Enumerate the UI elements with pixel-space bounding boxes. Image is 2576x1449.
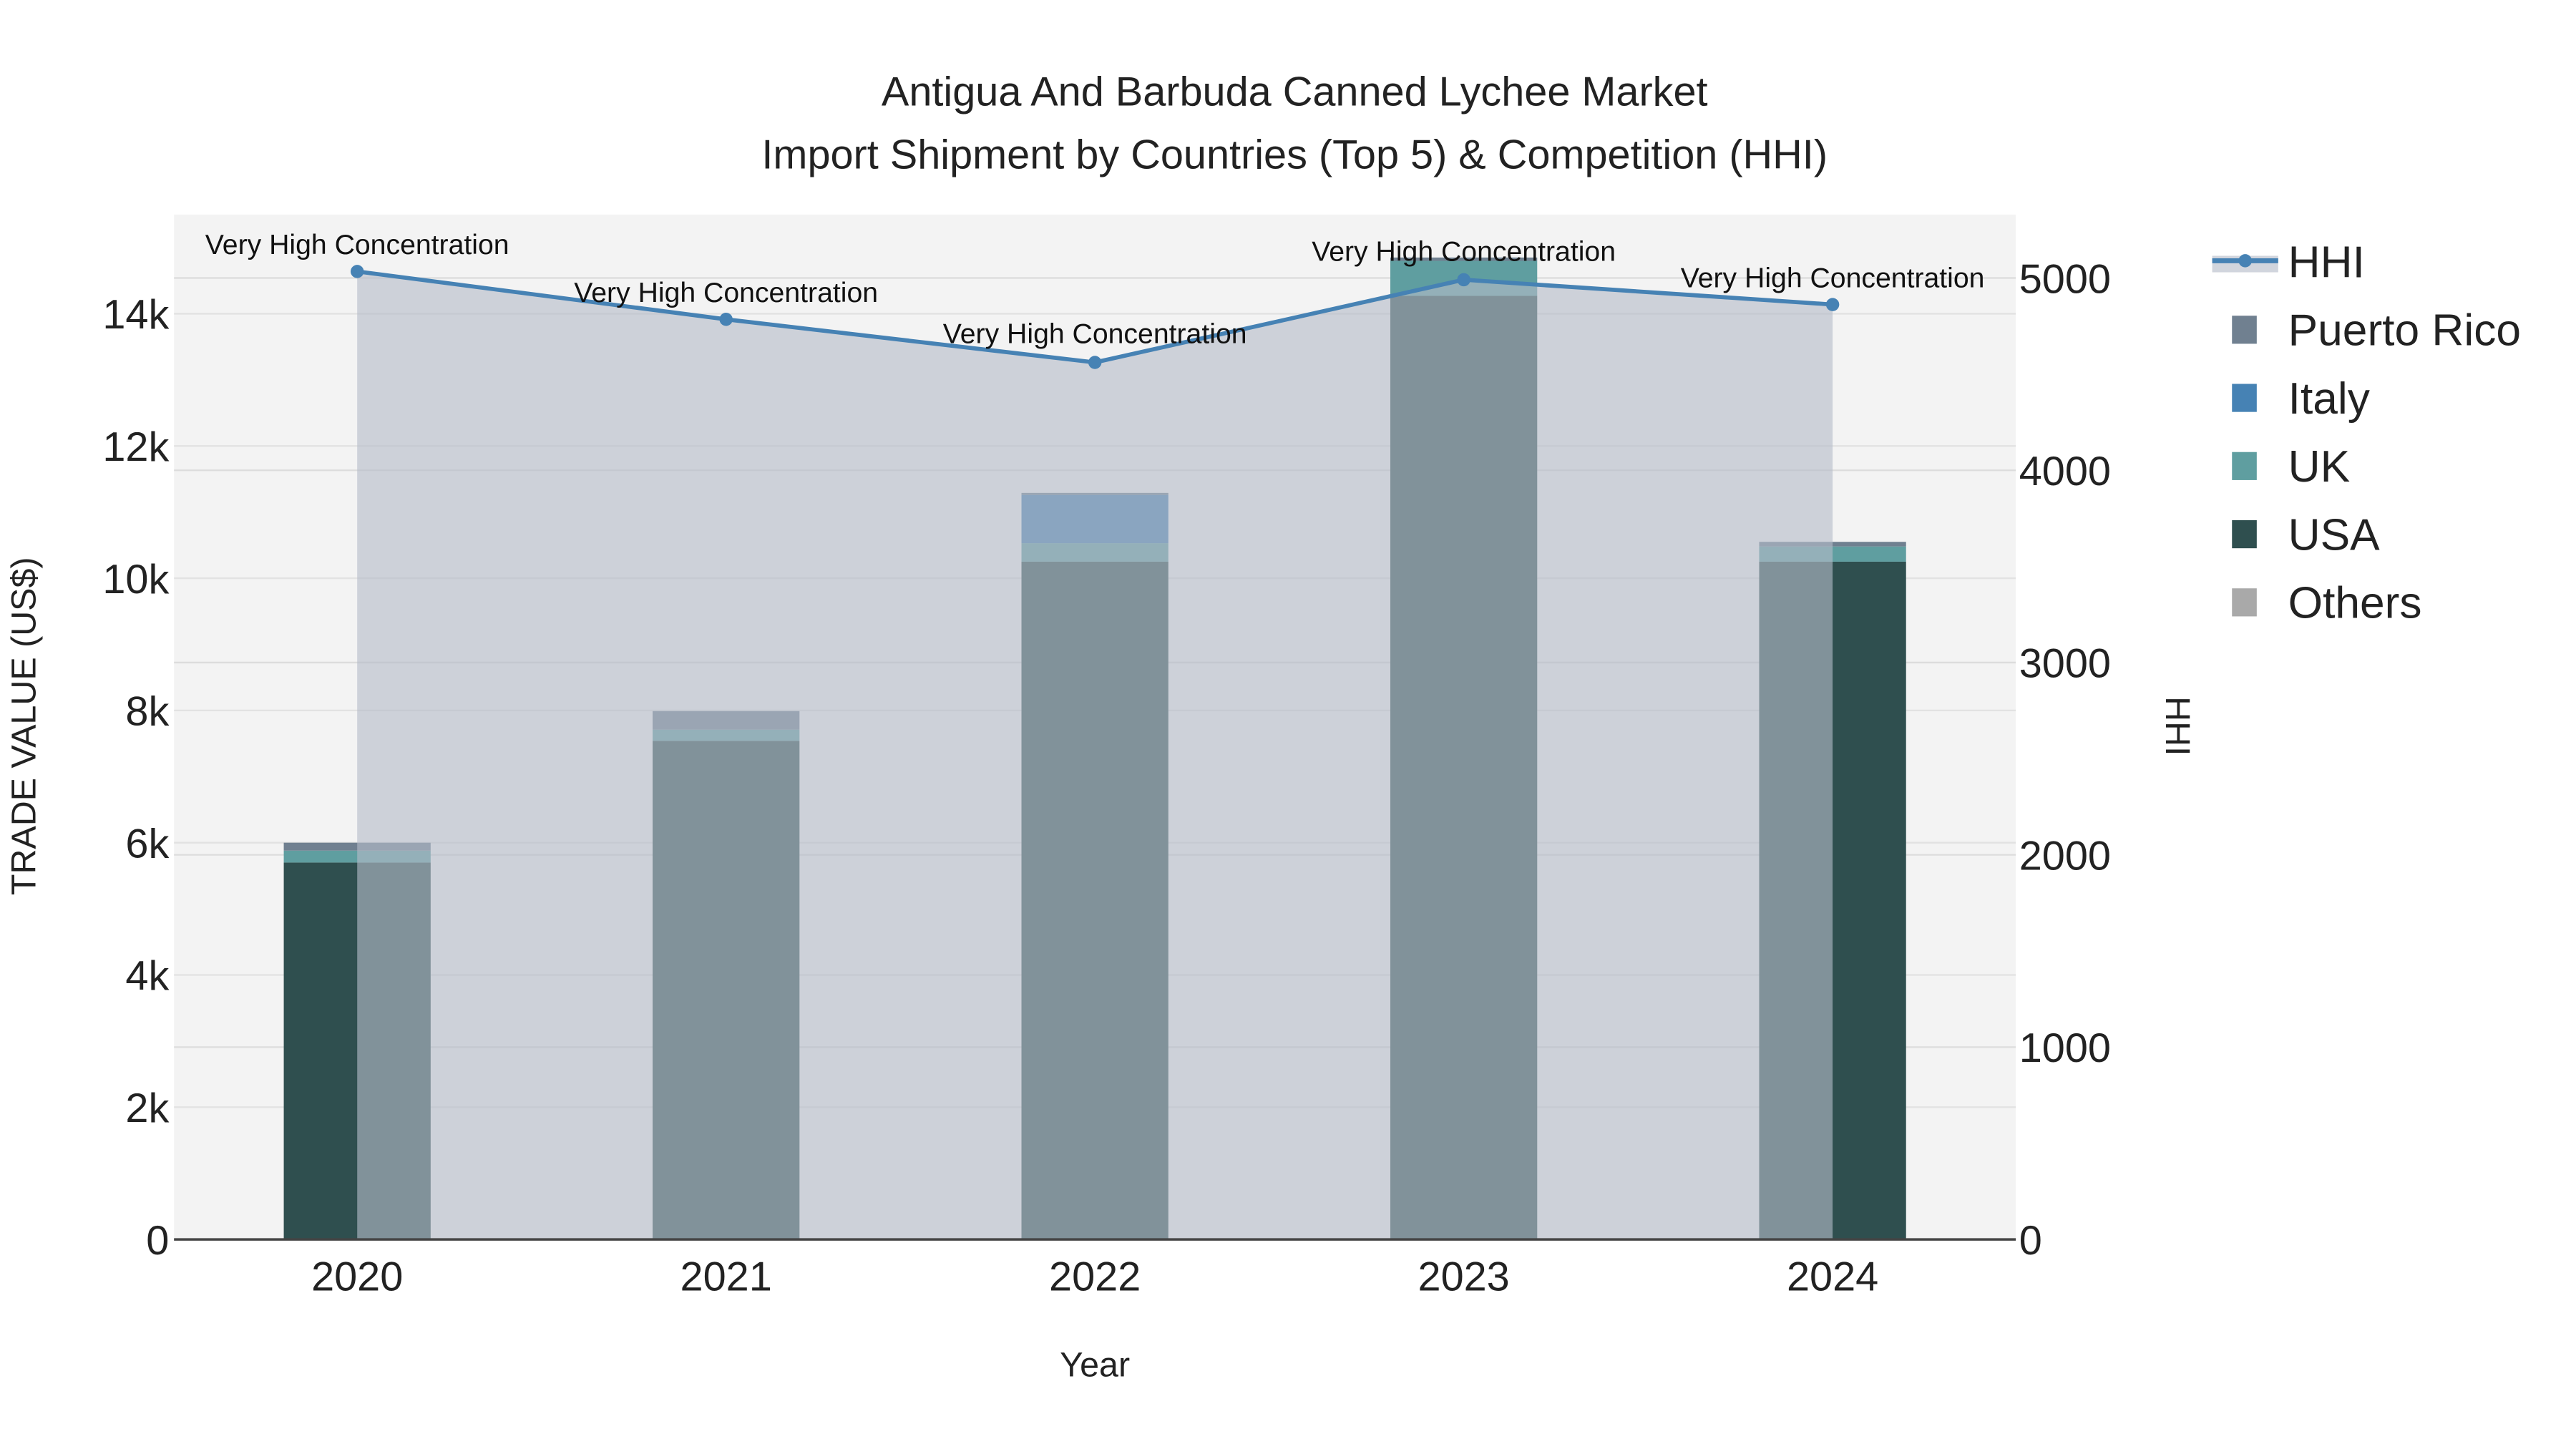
y2-tick-label: 2000 [2019,833,2111,879]
hhi-area [357,271,1833,1240]
y-tick-label: 0 [146,1218,169,1264]
hhi-point [1088,356,1102,369]
legend-swatch-usa [2232,519,2257,549]
legend-swatch-italy [2232,384,2257,412]
x-tick-label: 2020 [311,1254,403,1300]
hhi-point [350,265,364,278]
legend-label: Italy [2288,374,2371,424]
y2-tick-label: 3000 [2019,641,2111,687]
y-tick-label: 6k [125,821,169,867]
y2-tick-label: 1000 [2019,1025,2111,1071]
y-tick-label: 4k [125,953,169,999]
legend-label: HHI [2288,238,2365,287]
y2-tick-label: 4000 [2019,449,2111,494]
x-axis-label: Year [1060,1346,1130,1385]
legend-swatch-others [2232,588,2257,617]
legend-label: Puerto Rico [2288,306,2521,356]
y-tick-label: 12k [102,424,169,470]
y2-tick-label: 5000 [2019,256,2111,302]
legend-label: UK [2288,442,2351,492]
y2-axis-label: HHI [2158,696,2197,756]
y-axis-label: TRADE VALUE (US$) [4,557,43,895]
legend-label: USA [2288,510,2380,560]
legend-swatch-hhi-marker [2238,254,2252,268]
chart-title: Antigua And Barbuda Canned Lychee Market [882,69,1708,115]
legend-swatch-puerto-rico [2232,316,2257,344]
x-tick-label: 2024 [1787,1254,1878,1300]
chart-subtitle: Import Shipment by Countries (Top 5) & C… [761,132,1828,177]
y-tick-label: 14k [102,292,169,338]
y2-tick-label: 0 [2019,1218,2042,1264]
legend-label: Others [2288,579,2422,628]
x-tick-label: 2023 [1418,1254,1510,1300]
x-tick-label: 2021 [680,1254,772,1300]
hhi-annotation: Very High Concentration [205,230,509,260]
y-tick-label: 8k [125,689,169,735]
hhi-annotation: Very High Concentration [943,319,1247,350]
hhi-point [719,313,733,326]
hhi-point [1825,298,1840,311]
hhi-annotation: Very High Concentration [574,278,878,308]
x-tick-label: 2022 [1049,1254,1141,1300]
hhi-annotation: Very High Concentration [1681,263,1985,293]
y-tick-label: 10k [102,557,169,602]
hhi-annotation: Very High Concentration [1312,236,1616,267]
hhi-point [1457,273,1470,287]
chart: Antigua And Barbuda Canned Lychee Market… [1,0,2575,1449]
legend-swatch-uk [2232,452,2257,480]
y-tick-label: 2k [125,1085,169,1131]
